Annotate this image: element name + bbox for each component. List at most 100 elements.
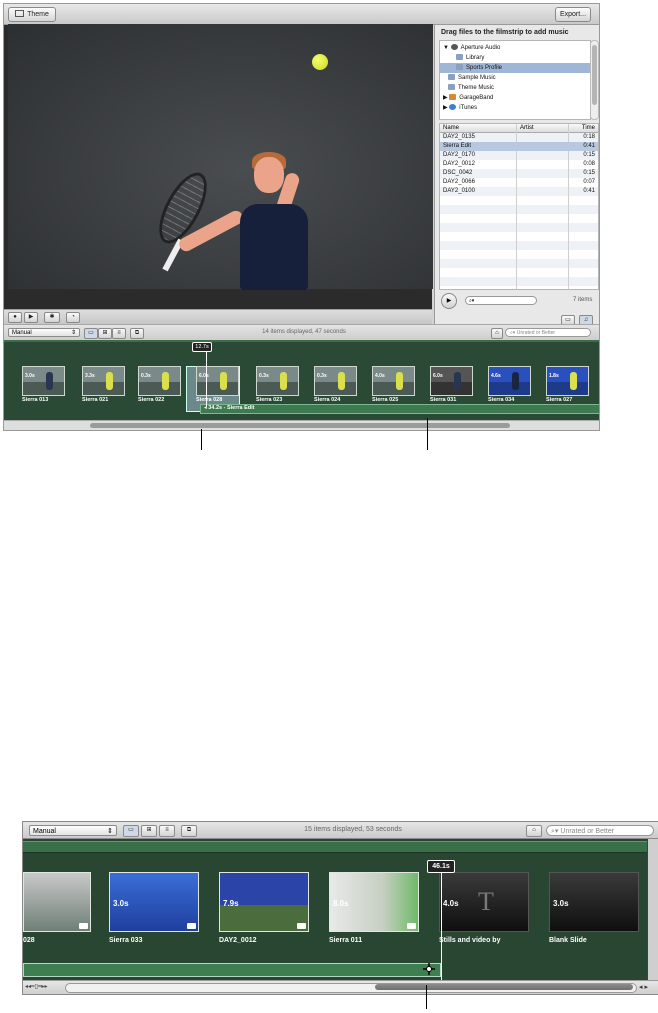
source-item[interactable]: ▶ GarageBand	[440, 93, 590, 103]
filmstrip-clip[interactable]: 0.3s	[256, 366, 299, 396]
music-search-input[interactable]: ⌕▾	[465, 296, 537, 305]
clip-name: Sierra 021	[82, 397, 109, 403]
theme-button[interactable]: Theme	[8, 7, 56, 22]
filmstrip-clip[interactable]: 0.3s	[138, 366, 181, 396]
filmstrip-clip[interactable]: 0.3s	[314, 366, 357, 396]
filmstrip: 3.0s Sierra 013 3.3s Sierra 021 0.3s Sie…	[4, 340, 599, 422]
scroll-thumb[interactable]	[375, 984, 633, 990]
camera-icon	[79, 923, 88, 929]
zoom-slider[interactable]: ◂◂━▯━▸▸	[25, 984, 61, 990]
scroll-thumb[interactable]	[90, 423, 510, 428]
clip-name: Sierra 034	[488, 397, 515, 403]
filmstrip-view-icon[interactable]: ▭	[123, 825, 139, 837]
camera-icon	[187, 923, 196, 929]
playhead-line[interactable]	[206, 347, 207, 407]
filmstrip-clip[interactable]: 4.6s	[488, 366, 531, 396]
filter-icon[interactable]: ⌂	[526, 825, 542, 837]
clip-name: DAY2_0012	[219, 937, 257, 944]
timer-icon[interactable]: ◔	[66, 312, 80, 323]
track-row-selected[interactable]: Sierra Edit 0:41	[440, 142, 598, 151]
clip-name: Sierra 025	[372, 397, 399, 403]
track-list-header: Name Artist Time	[440, 124, 598, 133]
rating-search-input[interactable]: ⌕▾ Unrated or Better	[505, 328, 591, 337]
filmstrip-clip[interactable]: 8.0s	[329, 872, 419, 932]
source-item[interactable]: Sample Music	[440, 73, 590, 83]
resize-cursor-icon	[423, 963, 435, 975]
filmstrip-clip[interactable]	[23, 872, 91, 932]
folder-icon	[448, 84, 455, 90]
column-name[interactable]: Name	[443, 124, 459, 132]
source-item[interactable]: Theme Music	[440, 83, 590, 93]
clip-name: Blank Slide	[549, 937, 587, 944]
items-displayed-label: 15 items displayed, 53 seconds	[304, 826, 402, 833]
sort-popup[interactable]: Manual ⇕	[29, 825, 117, 836]
clip-name: Sierra 022	[138, 397, 165, 403]
list-view-icon[interactable]: ≡	[112, 328, 126, 339]
filmstrip-zoom-window: Manual ⇕ ▭ ⊞ ≡ ⧉ 15 items displayed, 53 s…	[22, 821, 658, 995]
play-icon[interactable]: ▶	[24, 312, 38, 323]
scroll-arrows-icon[interactable]: ◂ ▸	[639, 983, 648, 991]
filmstrip-clip[interactable]: 6.0s	[196, 366, 239, 396]
music-track-bar[interactable]	[23, 963, 441, 977]
grid-view-icon[interactable]: ⊞	[98, 328, 112, 339]
music-browser: Drag files to the filmstrip to add music…	[434, 25, 599, 330]
track-row[interactable]: DAY2_0012 0:08	[440, 160, 598, 169]
source-item[interactable]: ▼ Aperture Audio	[440, 43, 590, 53]
theme-icon	[15, 10, 25, 17]
track-list: Name Artist Time DAY2_0135 0:18 Sierra Ed…	[439, 123, 599, 290]
player-head	[254, 157, 284, 193]
browser-toggle-icon[interactable]: ⧉	[181, 825, 197, 837]
clip-name: Sierra 031	[430, 397, 457, 403]
disclosure-triangle-icon: ▶	[443, 95, 448, 101]
column-artist[interactable]: Artist	[520, 124, 534, 132]
filmstrip-clip[interactable]: 4.0s	[372, 366, 415, 396]
track-row[interactable]: DAY2_0066 0:07	[440, 178, 598, 187]
source-item[interactable]: Library	[440, 53, 590, 63]
filmstrip-clip[interactable]: 7.9s	[219, 872, 309, 932]
source-scrollbar[interactable]	[590, 40, 599, 120]
music-item-count: 7 items	[573, 297, 593, 303]
record-button[interactable]: ●	[8, 312, 22, 323]
blank-slide-clip[interactable]: 3.0s	[549, 872, 639, 932]
viewer-photo	[8, 24, 433, 290]
filmstrip-clip[interactable]: 3.0s	[109, 872, 199, 932]
track-row[interactable]: DAY2_0170 0:15	[440, 151, 598, 160]
music-track-bar[interactable]	[200, 404, 599, 414]
filmstrip-clip[interactable]: 6.0s	[430, 366, 473, 396]
source-item-selected[interactable]: Sports Profile	[440, 63, 590, 73]
filmstrip-scrollbar[interactable]	[4, 420, 599, 430]
chevron-updown-icon: ⇕	[107, 828, 113, 835]
filter-icon[interactable]: ⌂	[491, 328, 503, 339]
playlist-icon	[456, 54, 463, 60]
rating-search-input[interactable]: ⌕▾ Unrated or Better	[546, 825, 654, 836]
filmstrip-clip[interactable]: 3.0s	[22, 366, 65, 396]
gear-icon[interactable]: ✱	[44, 312, 60, 323]
playhead-time-badge: 46.1s	[427, 860, 455, 873]
sort-popup[interactable]: Manual ⇕	[8, 328, 80, 337]
track-row[interactable]: DAY2_0135 0:18	[440, 133, 598, 142]
track-row[interactable]: DSC_0042 0:15	[440, 169, 598, 178]
filmstrip-view-icon[interactable]: ▭	[84, 328, 98, 339]
filmstrip-clip[interactable]: 1.8s	[546, 366, 589, 396]
play-music-button[interactable]: ▶	[441, 293, 457, 309]
playhead-line[interactable]	[441, 869, 442, 983]
itunes-icon	[449, 104, 457, 110]
player-torso	[240, 204, 308, 290]
theme-button-label: Theme	[27, 11, 49, 18]
track-row[interactable]: DAY2_0100 0:41	[440, 187, 598, 196]
vertical-scrollbar[interactable]	[648, 839, 658, 980]
filmstrip-header: Manual ⇕ ▭ ⊞ ≡ ⧉ 14 items displayed, 47 s…	[4, 324, 599, 341]
filmstrip-clip[interactable]: 3.3s	[82, 366, 125, 396]
clip-name: Sierra 028	[196, 397, 223, 403]
column-time[interactable]: Time	[582, 124, 595, 132]
browser-toggle-icon[interactable]: ⧉	[130, 328, 144, 339]
clip-name: Stills and video by	[439, 937, 501, 944]
scroll-thumb[interactable]	[592, 45, 597, 105]
filmstrip-scrollbar[interactable]: ◂◂━▯━▸▸ ◂ ▸	[23, 980, 658, 994]
source-item[interactable]: ▶ iTunes	[440, 103, 590, 113]
grid-view-icon[interactable]: ⊞	[141, 825, 157, 837]
list-view-icon[interactable]: ≡	[159, 825, 175, 837]
title-slide-clip[interactable]: 4.0s T	[439, 872, 529, 932]
slideshow-window: Theme Export... ● ▶ ✱ ◔ Drag files to th…	[3, 3, 600, 431]
export-button[interactable]: Export...	[555, 7, 591, 22]
